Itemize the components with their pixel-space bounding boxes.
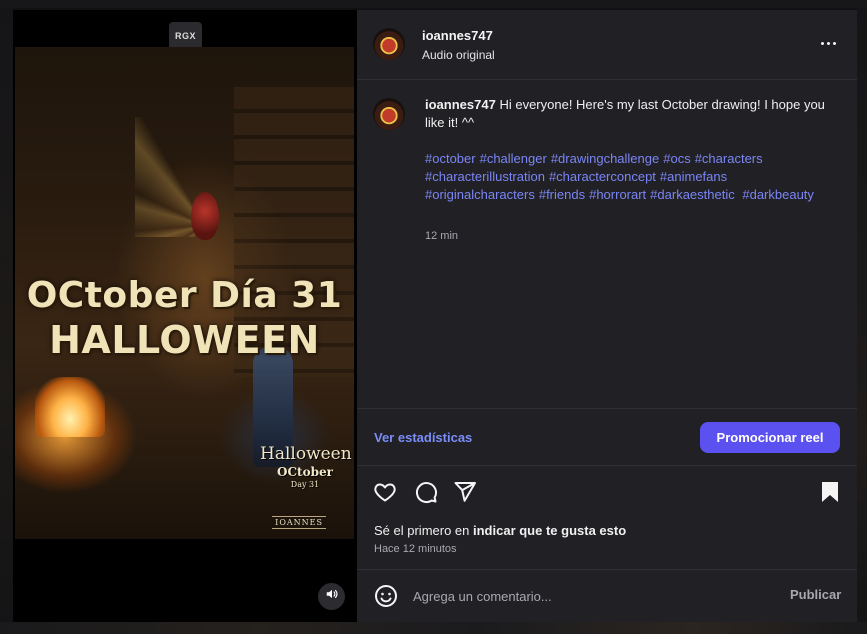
heart-icon [373,480,397,509]
comment-icon [414,480,438,509]
save-button[interactable] [817,481,843,507]
hashtag-link[interactable]: #challenger [480,151,547,166]
insights-row: Ver estadísticas Promocionar reel [357,408,857,466]
like-prompt-link[interactable]: indicar que te gusta esto [473,523,626,538]
hashtag-link[interactable]: #darkbeauty [742,187,814,202]
hashtag-link[interactable]: #october [425,151,476,166]
reel-artwork[interactable]: OCtober Día 31 HALLOWEEN Halloween OCtob… [15,47,354,539]
likes-summary: Sé el primero en indicar que te gusta es… [374,523,626,538]
hashtag-link[interactable]: #characters [695,151,763,166]
backdrop-right-strip [857,8,867,634]
caption-text: ioannes747 Hi everyone! Here's my last O… [425,96,825,132]
hashtag-link[interactable]: #animefans [660,169,727,184]
artwork-sign-line3: Day 31 [290,480,320,489]
share-button[interactable] [452,481,478,507]
comment-button[interactable] [413,481,439,507]
smiley-icon [374,585,398,612]
post-details-panel: ioannes747 Audio original ioannes747 Hi … [357,10,857,622]
artwork-title-line1: OCtober Día 31 [26,275,343,316]
rgx-badge: RGX [169,22,202,50]
hashtag-link[interactable]: #horrorart [589,187,646,202]
hashtag-link[interactable]: #characterconcept [549,169,656,184]
promote-reel-button[interactable]: Promocionar reel [700,422,840,453]
post-header: ioannes747 Audio original [357,10,857,80]
caption-username[interactable]: ioannes747 [425,97,496,112]
artwork-title-line2: HALLOWEEN [49,318,320,362]
hashtag-link[interactable]: #characterillustration [425,169,545,184]
caption-timestamp[interactable]: 12 min [425,230,458,242]
dot-icon [832,41,836,45]
view-insights-link[interactable]: Ver estadísticas [374,430,472,445]
artwork-signature-block: Halloween OCtober Day 31 [260,444,352,489]
emoji-button[interactable] [374,584,398,608]
more-options-button[interactable] [817,32,839,54]
bookmark-icon [819,480,841,509]
audio-label[interactable]: Audio original [422,48,495,62]
publish-button[interactable]: Publicar [790,587,841,602]
reel-media[interactable]: RGX OCtober Día 31 HALLOWEEN Halloween O… [13,10,357,622]
post-age[interactable]: Hace 12 minutos [374,543,457,555]
audio-toggle-button[interactable] [318,583,345,610]
artist-logo: IOANNES [272,516,326,529]
comment-input[interactable] [413,585,773,607]
dot-icon [826,41,830,45]
hashtag-link[interactable]: #ocs [663,151,690,166]
caption-avatar[interactable] [373,98,405,130]
artwork-mask [191,192,219,240]
artwork-sign-line1: Halloween [260,444,352,464]
hashtag-link[interactable]: #originalcharacters [425,187,535,202]
backdrop-top-strip [0,0,867,8]
artwork-fireplace [35,377,105,437]
speaker-icon [325,587,339,606]
likes-prefix: Sé el primero en [374,523,473,538]
post-caption: ioannes747 Hi everyone! Here's my last O… [357,90,857,410]
hashtag-list: #october #challenger #drawingchallenge #ocs… [425,150,825,204]
backdrop-bottom-strip [0,622,867,634]
hashtag-link[interactable]: #friends [539,187,585,202]
like-button[interactable] [372,481,398,507]
comment-composer: Publicar [357,569,857,622]
dot-icon [820,41,824,45]
hashtag-link[interactable]: #darkaesthetic [650,187,735,202]
send-icon [453,480,477,509]
backdrop-left-strip [0,8,13,634]
header-username[interactable]: ioannes747 [422,28,493,43]
artwork-sign-line2: OCtober [277,465,333,479]
avatar[interactable] [373,28,405,60]
hashtag-link[interactable]: #drawingchallenge [551,151,659,166]
action-bar [357,478,857,508]
